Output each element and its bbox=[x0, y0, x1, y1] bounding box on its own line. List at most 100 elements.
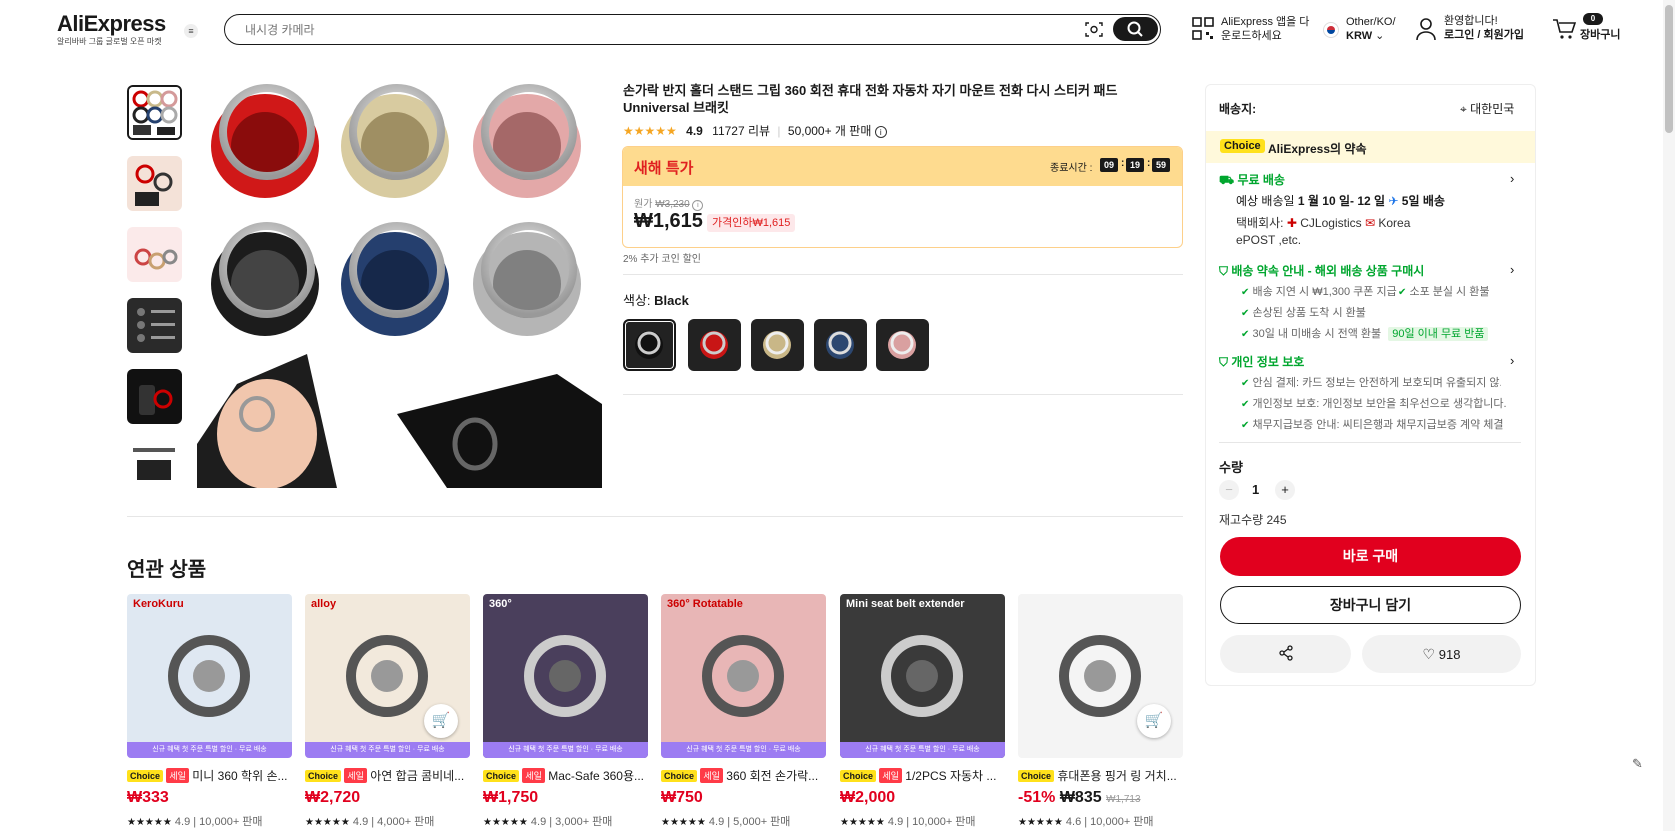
cart-label[interactable]: 장바구니 bbox=[1580, 28, 1620, 42]
choice-badge: Choice bbox=[483, 770, 520, 782]
chevron-right-icon[interactable]: › bbox=[1510, 171, 1514, 186]
related-product-image[interactable]: 360° 신규 혜택 첫 주문 특별 할인 · 무료 배송 bbox=[483, 594, 648, 758]
gallery-thumb-5[interactable] bbox=[127, 369, 182, 424]
image-search-icon[interactable] bbox=[1085, 21, 1103, 38]
related-product-card[interactable]: alloy 신규 혜택 첫 주문 특별 할인 · 무료 배송 🛒 Choice 세일 … bbox=[305, 594, 470, 829]
chevron-right-icon[interactable]: › bbox=[1510, 262, 1514, 277]
est-days: 5일 배송 bbox=[1401, 194, 1445, 208]
chevron-down-icon: ⌄ bbox=[1375, 30, 1385, 42]
wishlist-button[interactable]: ♡ 918 bbox=[1362, 635, 1521, 673]
related-product-card[interactable]: 360° 신규 혜택 첫 주문 특별 할인 · 무료 배송 Choice 세일 Ma… bbox=[483, 594, 648, 829]
epost-logo-icon: ✉ bbox=[1364, 216, 1376, 230]
swatch-image bbox=[763, 331, 791, 359]
related-product-image[interactable]: KeroKuru 신규 혜택 첫 주문 특별 할인 · 무료 배송 bbox=[127, 594, 292, 758]
related-product-price-row: ₩2,720 bbox=[305, 789, 470, 807]
privacy-row[interactable]: ⛉ 개인 정보 보호 bbox=[1219, 353, 1304, 370]
search-input[interactable] bbox=[245, 21, 1065, 39]
swatch-gold[interactable] bbox=[751, 319, 804, 371]
related-product-name-row[interactable]: Choice 휴대폰용 핑거 링 거치... bbox=[1018, 767, 1183, 783]
quantity-decrease-button[interactable]: − bbox=[1219, 480, 1239, 500]
location-pin-icon: ⌖ bbox=[1460, 102, 1467, 116]
check-icon: ✔ bbox=[1241, 287, 1250, 298]
related-product-card[interactable]: 🛒 Choice 휴대폰용 핑거 링 거치... -51% ₩835 ₩1,713 ★… bbox=[1018, 594, 1183, 829]
main-product-image[interactable] bbox=[197, 84, 602, 488]
review-count[interactable]: 11727 리뷰 bbox=[712, 124, 770, 138]
related-product-image[interactable]: 360° Rotatable 신규 혜택 첫 주문 특별 할인 · 무료 배송 bbox=[661, 594, 826, 758]
qr-code-icon[interactable] bbox=[1192, 17, 1214, 41]
swatch-pink[interactable] bbox=[876, 319, 929, 371]
related-product-name-row[interactable]: Choice 세일 아연 합금 콤비네... bbox=[305, 767, 470, 783]
gallery-thumb-6[interactable] bbox=[127, 440, 182, 487]
wishlist-count: 918 bbox=[1438, 647, 1461, 662]
search-button[interactable] bbox=[1113, 17, 1158, 41]
related-product-name-row[interactable]: Choice 세일 360 회전 손가락... bbox=[661, 767, 826, 783]
delivery-promise-row[interactable]: ⛉ 배송 약속 안내 - 해외 배송 상품 구매시 bbox=[1219, 262, 1424, 279]
info-icon[interactable]: i bbox=[874, 126, 887, 138]
related-product-image[interactable]: 🛒 bbox=[1018, 594, 1183, 758]
heart-icon: ♡ bbox=[1422, 646, 1436, 662]
discount-badge: 가격인하₩1,615 bbox=[707, 214, 796, 232]
related-product-name-row[interactable]: Choice 세일 1/2PCS 자동차 ... bbox=[840, 767, 1005, 783]
gallery-thumb-4[interactable] bbox=[127, 298, 182, 353]
choice-badge: Choice bbox=[840, 770, 877, 782]
timer-seconds: 59 bbox=[1152, 158, 1170, 172]
choice-badge: Choice bbox=[305, 770, 342, 782]
login-link[interactable]: 로그인 / 회원가입 bbox=[1444, 29, 1524, 41]
related-product-image[interactable]: alloy 신규 혜택 첫 주문 특별 할인 · 무료 배송 🛒 bbox=[305, 594, 470, 758]
check-icon: ✔ bbox=[1241, 420, 1250, 431]
rating-value: 4.6 bbox=[1065, 816, 1082, 828]
account-menu[interactable]: 환영합니다! 로그인 / 회원가입 bbox=[1444, 14, 1524, 42]
app-download[interactable]: AliExpress 앱을 다 운로드하세요 bbox=[1221, 15, 1309, 43]
color-label: 색상: Black bbox=[623, 290, 689, 309]
related-product-card[interactable]: 360° Rotatable 신규 혜택 첫 주문 특별 할인 · 무료 배송 Ch… bbox=[661, 594, 826, 829]
gallery-thumb-1[interactable] bbox=[127, 85, 182, 140]
swatch-red[interactable] bbox=[688, 319, 741, 371]
buy-now-button[interactable]: 바로 구매 bbox=[1220, 537, 1521, 576]
promo-strip: 신규 혜택 첫 주문 특별 할인 · 무료 배송 bbox=[305, 742, 470, 758]
sale-price-box: 새해 특가 종료시간 : 09 : 19 : 59 원가 ₩3,230 i ₩1… bbox=[622, 146, 1183, 248]
swatch-blue[interactable] bbox=[814, 319, 867, 371]
thumb-image bbox=[137, 308, 175, 342]
add-to-cart-icon[interactable]: 🛒 bbox=[424, 704, 458, 738]
swatch-image bbox=[635, 331, 663, 359]
share-button[interactable] bbox=[1220, 635, 1351, 673]
cart-icon[interactable] bbox=[1552, 18, 1576, 40]
quantity-value[interactable]: 1 bbox=[1252, 482, 1259, 497]
sold-count: 10,000+ 판매 bbox=[1090, 816, 1154, 828]
shield-check-icon: ⛉ bbox=[1219, 264, 1229, 278]
related-product-price-row: ₩750 bbox=[661, 789, 826, 807]
quantity-increase-button[interactable]: + bbox=[1275, 480, 1295, 500]
region-selector[interactable]: Other/KO/ KRW ⌄ bbox=[1346, 15, 1396, 43]
chevron-right-icon[interactable]: › bbox=[1510, 353, 1514, 368]
scrollbar-thumb[interactable] bbox=[1665, 5, 1673, 133]
related-product-name-row[interactable]: Choice 세일 미니 360 학위 손... bbox=[127, 767, 292, 783]
rating-value: 4.9 bbox=[352, 816, 369, 828]
menu-icon[interactable]: ≡ bbox=[184, 24, 198, 38]
related-product-card[interactable]: Mini seat belt extender 신규 혜택 첫 주문 특별 할인 … bbox=[840, 594, 1005, 829]
thumb-image bbox=[134, 248, 178, 270]
sale-badge: 세일 bbox=[700, 768, 723, 783]
gallery-thumb-2[interactable] bbox=[127, 156, 182, 211]
product-thumbnail bbox=[881, 635, 963, 717]
divider bbox=[623, 274, 1183, 275]
related-product-image[interactable]: Mini seat belt extender 신규 혜택 첫 주문 특별 할인 … bbox=[840, 594, 1005, 758]
related-product-name: 360 회전 손가락... bbox=[726, 769, 819, 783]
gallery-thumb-3[interactable] bbox=[127, 227, 182, 282]
rating-value: 4.9 bbox=[887, 816, 904, 828]
original-price: ₩3,230 bbox=[655, 199, 690, 210]
user-icon[interactable] bbox=[1415, 17, 1437, 41]
ship-to-selector[interactable]: ⌖ 대한민국 bbox=[1460, 100, 1514, 117]
choice-badge: Choice bbox=[1018, 770, 1055, 782]
free-shipping-row[interactable]: ⛟ 무료 배송 bbox=[1219, 171, 1285, 189]
rating-value: 4.9 bbox=[530, 816, 547, 828]
aliexpress-logo[interactable]: AliExpress bbox=[57, 11, 166, 37]
related-product-name-row[interactable]: Choice 세일 Mac-Safe 360용... bbox=[483, 767, 648, 783]
edit-feedback-icon[interactable]: ✎ bbox=[1632, 756, 1652, 776]
add-to-cart-icon[interactable]: 🛒 bbox=[1137, 704, 1171, 738]
add-to-cart-button[interactable]: 장바구니 담기 bbox=[1220, 586, 1521, 624]
sale-badge: 세일 bbox=[522, 768, 545, 783]
truck-icon: ⛟ bbox=[1219, 173, 1235, 187]
sale-header: 새해 특가 종료시간 : 09 : 19 : 59 bbox=[623, 147, 1182, 186]
swatch-black[interactable] bbox=[623, 319, 676, 371]
related-product-card[interactable]: KeroKuru 신규 혜택 첫 주문 특별 할인 · 무료 배송 Choice 세… bbox=[127, 594, 292, 829]
